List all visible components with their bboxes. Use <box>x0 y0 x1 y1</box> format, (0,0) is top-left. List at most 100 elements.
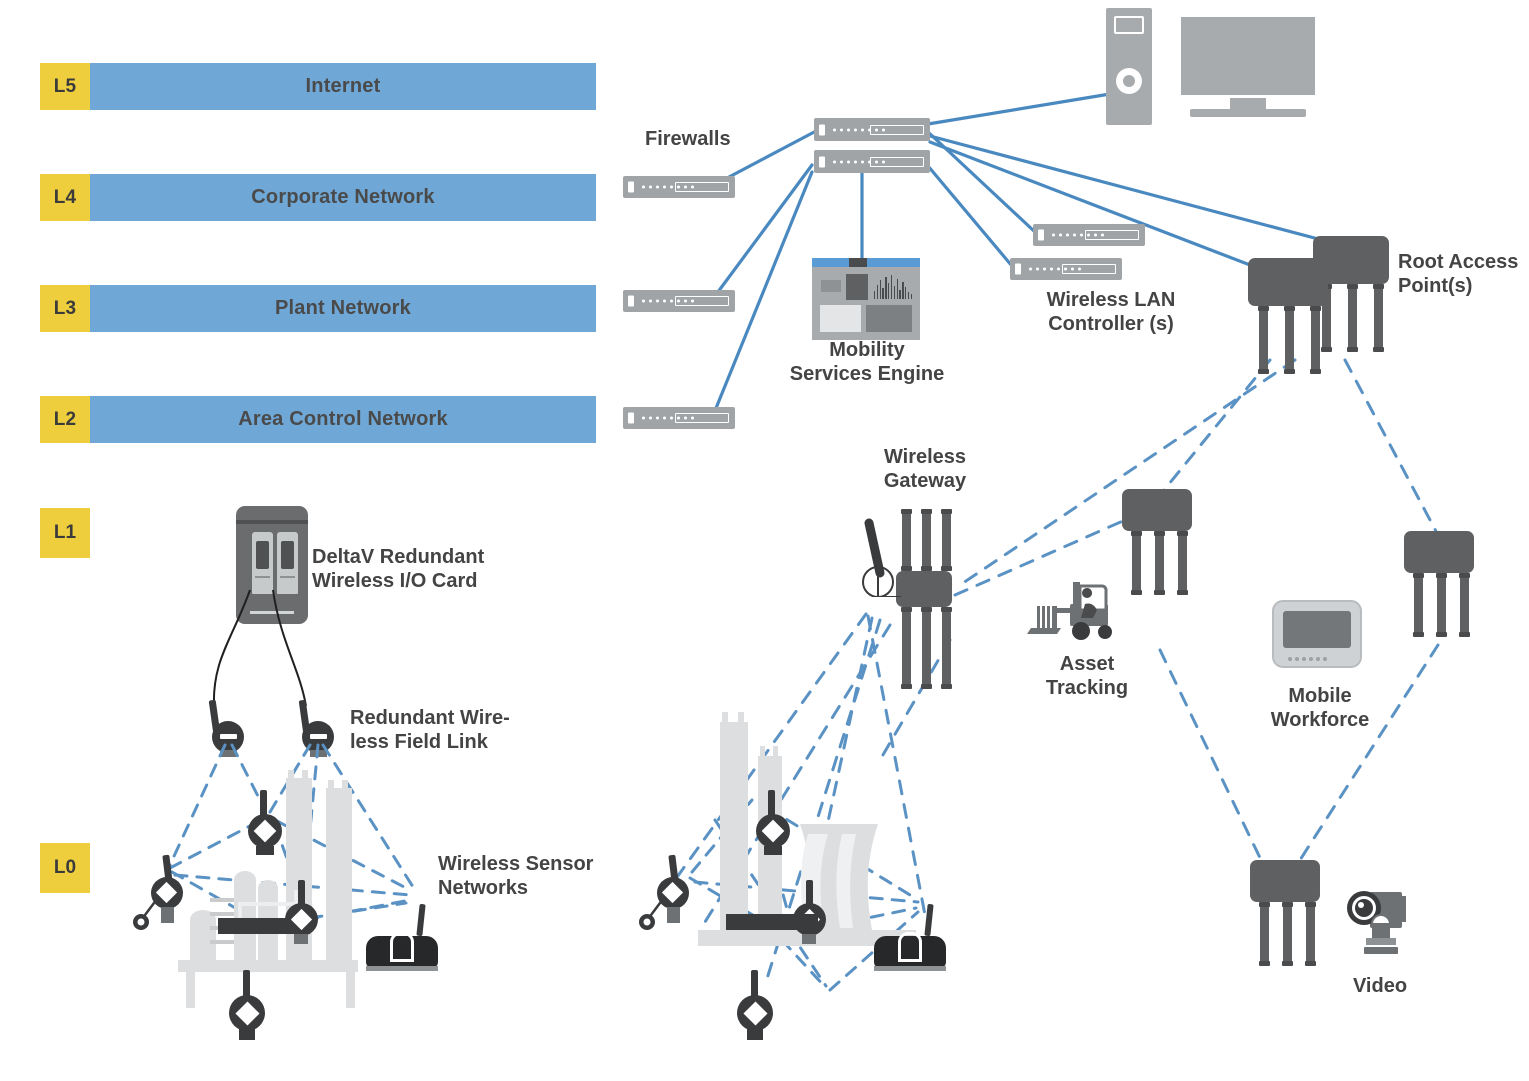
layer-row-l4: L4 Corporate Network <box>40 174 596 221</box>
mw-ap-antenna-1 <box>1413 573 1424 637</box>
left-field-gateway-node[interactable] <box>366 903 438 974</box>
sensor-mount-icon <box>747 1029 763 1040</box>
layer-bar-corporate-network: Corporate Network <box>90 174 596 221</box>
firewall-port-icon <box>628 295 634 307</box>
controller-port-icon <box>1038 229 1044 241</box>
video-ap-antenna-3 <box>1305 902 1316 966</box>
tablet-port-icons <box>1288 657 1327 661</box>
layer-bar-area-control-network: Area Control Network <box>90 396 596 443</box>
switch-module-slot-icon <box>870 124 924 135</box>
mse-tile-1 <box>821 280 841 292</box>
switch-module-slot-icon <box>870 156 924 167</box>
deltav-header-bar <box>236 520 308 524</box>
firewall-module-slot-icon <box>675 182 729 192</box>
controller-port-icon <box>1015 263 1021 275</box>
mid-plant-skid <box>726 914 818 930</box>
asset-ap-antenna-2 <box>1154 531 1165 595</box>
transmitter-display-icon <box>220 734 237 739</box>
gateway-antenna-bottom-2 <box>921 607 932 689</box>
mid-sensor-transmitter-mid[interactable] <box>786 880 836 946</box>
layer-tag-l2: L2 <box>40 396 90 443</box>
sensor-probe-icon <box>639 898 664 930</box>
asset-tracking-access-point[interactable] <box>1122 489 1192 531</box>
mw-ap-antenna-3 <box>1459 573 1470 637</box>
deltav-module-line <box>255 576 270 578</box>
gateway-antenna-bottom-3 <box>941 607 952 689</box>
layer-tag-l0: L0 <box>40 843 90 893</box>
sensor-mount-icon <box>764 846 782 855</box>
mse-panel-1 <box>820 305 861 332</box>
mse-tile-2 <box>846 274 868 300</box>
mobility-services-engine-label: Mobility Services Engine <box>789 339 945 386</box>
switch-port-icon <box>819 156 825 167</box>
root-access-point-label: Root Access Point(s) <box>1398 251 1519 298</box>
ptz-camera-icon <box>1347 891 1406 954</box>
monitor-icon <box>1178 14 1318 98</box>
wireless-lan-controller-2[interactable] <box>1010 258 1122 280</box>
forklift-icon <box>1027 582 1112 640</box>
video-access-point[interactable] <box>1250 860 1320 902</box>
tablet-screen <box>1283 611 1351 648</box>
mid-sensor-transmitter-bottom[interactable] <box>730 970 782 1042</box>
layer-tag-l4: L4 <box>40 174 90 221</box>
wireless-lan-controller-1[interactable] <box>1033 224 1145 246</box>
layer-bar-internet: Internet <box>90 63 596 110</box>
video-label: Video <box>1352 975 1408 997</box>
transmitter-display-icon <box>310 734 327 739</box>
root-ap-antenna-f1 <box>1258 306 1269 374</box>
asset-ap-antenna-1 <box>1131 531 1142 595</box>
sensor-mount-icon <box>294 934 308 944</box>
left-sensor-transmitter-mid[interactable] <box>278 880 328 946</box>
layer-row-l3: L3 Plant Network <box>40 285 596 332</box>
optical-drive-icon <box>1114 16 1144 34</box>
firewall-port-icon <box>628 412 634 424</box>
desktop-tower-icon <box>1106 8 1152 125</box>
sensor-mount-icon <box>802 934 816 944</box>
mobile-workforce-label: Mobile Workforce <box>1270 685 1370 732</box>
mid-field-gateway-node[interactable] <box>874 903 946 974</box>
root-access-point-body-front[interactable] <box>1248 258 1328 306</box>
asset-ap-antenna-3 <box>1177 531 1188 595</box>
mobility-services-engine-icon[interactable] <box>812 258 920 340</box>
left-sensor-transmitter-top[interactable] <box>240 790 290 856</box>
root-ap-antenna-r3 <box>1373 284 1384 352</box>
left-sensor-transmitter-bottom[interactable] <box>222 970 274 1042</box>
layer-tag-l3: L3 <box>40 285 90 332</box>
layer-tag-l5: L5 <box>40 63 90 110</box>
layer-row-l5: L5 Internet <box>40 63 596 110</box>
firewall-appliance-3[interactable] <box>623 407 735 429</box>
mobile-workforce-access-point[interactable] <box>1404 531 1474 573</box>
mid-sensor-transmitter-west[interactable] <box>639 854 701 930</box>
gateway-antenna-top-3 <box>941 509 952 571</box>
controller-module-slot-icon <box>1085 230 1139 240</box>
rugged-tablet-icon[interactable] <box>1272 600 1362 668</box>
deltav-module-window <box>281 541 294 569</box>
switch-port-icon <box>819 124 825 135</box>
root-ap-antenna-f2 <box>1284 306 1295 374</box>
root-ap-antenna-f3 <box>1310 306 1321 374</box>
asset-tracking-label: Asset Tracking <box>1045 653 1129 700</box>
video-ap-antenna-1 <box>1259 902 1270 966</box>
firewall-appliance-2[interactable] <box>623 290 735 312</box>
core-switch-upper[interactable] <box>814 118 930 141</box>
left-sensor-transmitter-west[interactable] <box>133 854 195 930</box>
mse-notch-icon <box>848 258 867 267</box>
layer-row-l2: L2 Area Control Network <box>40 396 596 443</box>
firewalls-label: Firewalls <box>645 128 731 150</box>
sensor-mount-icon <box>239 1029 255 1040</box>
mid-sensor-transmitter-top[interactable] <box>748 790 798 856</box>
firewall-appliance-1[interactable] <box>623 176 735 198</box>
root-ap-antenna-r2 <box>1347 284 1358 352</box>
deltav-module-line <box>280 576 295 578</box>
mse-bar-chart-icon <box>874 275 912 299</box>
mw-ap-antenna-2 <box>1436 573 1447 637</box>
gateway-antenna-top-2 <box>921 509 932 571</box>
gateway-antenna-bottom-1 <box>901 607 912 689</box>
monitor-neck-icon <box>1230 98 1266 109</box>
controller-module-slot-icon <box>1062 264 1116 274</box>
firewall-port-icon <box>628 181 634 193</box>
firewall-module-slot-icon <box>675 413 729 423</box>
core-switch-lower[interactable] <box>814 150 930 173</box>
gateway-whip-antenna-icon <box>862 518 901 597</box>
deltav-module-window <box>256 541 269 569</box>
